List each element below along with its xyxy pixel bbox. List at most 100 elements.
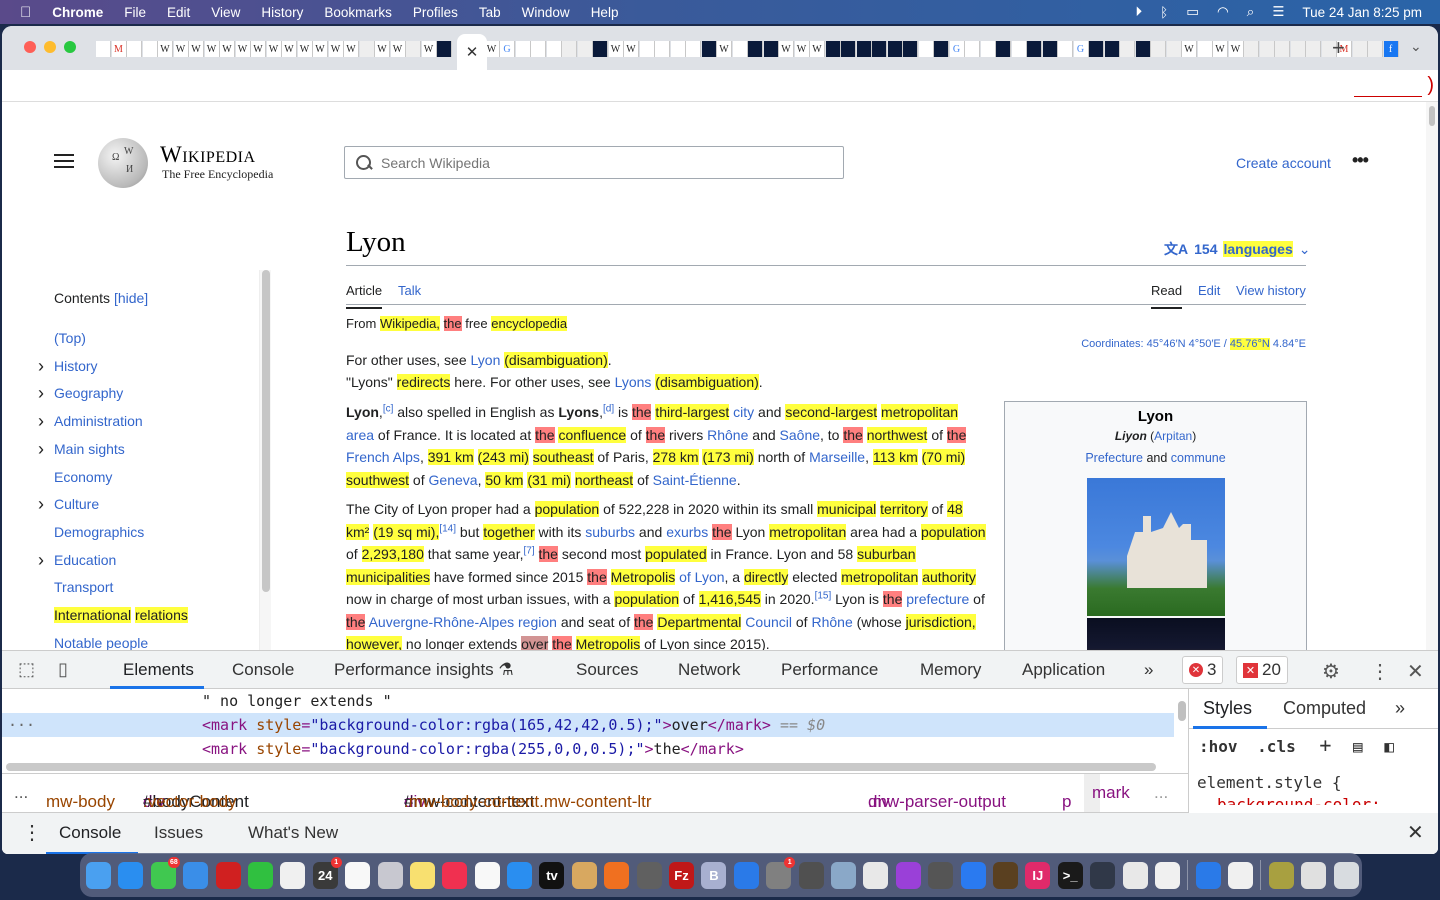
article-link[interactable]: area <box>346 427 374 443</box>
citation-ref[interactable]: [15] <box>815 590 832 601</box>
chevron-right-icon[interactable]: › <box>38 356 44 377</box>
article-link[interactable]: Geneva <box>429 472 478 488</box>
paint-roller-icon[interactable]: ▤ <box>1353 737 1363 756</box>
pinned-tab-favicon-r-29[interactable] <box>934 41 949 57</box>
element-style-rule[interactable]: element.style { <box>1197 773 1342 792</box>
dock-xcode-recent-icon[interactable] <box>1195 861 1221 889</box>
coordinates-label[interactable]: Coordinates: 45°46′N 4°50′E / <box>1081 338 1230 350</box>
pinned-tab-favicon-r-7[interactable] <box>593 41 608 57</box>
menu-view[interactable]: View <box>211 5 240 20</box>
pinned-tab-favicon-l-7[interactable]: W <box>204 41 220 57</box>
toc-item-main-sights[interactable]: Main sights <box>54 441 125 457</box>
tab-styles[interactable]: Styles <box>1203 698 1252 719</box>
pinned-tab-favicon-l-22[interactable] <box>437 41 452 57</box>
dock-intellij-idea-icon[interactable]: IJ <box>1025 861 1051 889</box>
pinned-tab-favicon-r-4[interactable] <box>546 41 562 57</box>
pinned-tab-favicon-r-48[interactable]: W <box>1228 41 1244 57</box>
article-link[interactable]: Saint-Étienne <box>653 472 737 488</box>
chevron-right-icon[interactable]: › <box>38 494 44 515</box>
drawer-tab-whats-new[interactable]: What's New <box>248 823 338 843</box>
pinned-tab-favicon-r-5[interactable] <box>562 41 577 57</box>
pinned-tab-favicon-r-28[interactable] <box>918 41 934 57</box>
pinned-tab-favicon-l-0[interactable] <box>96 41 111 57</box>
dock-gimp-icon[interactable] <box>928 861 954 889</box>
pinned-tab-favicon-r-19[interactable]: W <box>779 41 794 57</box>
dock-facetime-icon[interactable] <box>247 861 273 889</box>
search-box[interactable] <box>344 146 844 179</box>
pinned-tab-favicon-r-10[interactable] <box>639 41 655 57</box>
inspect-element-icon[interactable]: ⬚ <box>18 659 35 680</box>
dock-xcode-icon[interactable] <box>733 861 759 889</box>
pinned-tab-favicon-l-4[interactable]: W <box>158 41 173 57</box>
active-tab[interactable]: ✕ <box>457 34 487 70</box>
citation-ref[interactable]: [14] <box>439 523 456 534</box>
pinned-tab-favicon-r-44[interactable] <box>1166 41 1182 57</box>
elements-horizontal-scrollbar[interactable] <box>6 763 1156 771</box>
basilica-fourviere-image[interactable] <box>1087 478 1225 616</box>
dock-system-preferences-icon[interactable]: 1 <box>766 856 796 889</box>
article-link[interactable]: Saône <box>780 427 820 443</box>
pinned-tab-favicon-l-21[interactable]: W <box>421 41 437 57</box>
pinned-tab-favicon-r-35[interactable] <box>1027 41 1042 57</box>
pinned-tab-favicon-r-1[interactable]: G <box>500 41 515 57</box>
article-link[interactable]: Rhône <box>707 427 748 443</box>
tab-view-history[interactable]: View history <box>1236 283 1306 298</box>
devtools-tab-memory[interactable]: Memory <box>920 660 981 680</box>
pinned-tab-favicon-r-3[interactable] <box>531 41 546 57</box>
pinned-tab-favicon-l-1[interactable]: M <box>111 41 127 57</box>
dock-quicktime-icon[interactable] <box>1090 861 1116 889</box>
menu-help[interactable]: Help <box>591 5 619 20</box>
dock-bbedit-icon[interactable]: B <box>701 861 727 889</box>
kebab-menu-icon[interactable]: ⋮ <box>1370 659 1390 684</box>
article-link[interactable]: Marseille <box>809 449 865 465</box>
elements-scroll-thumb[interactable] <box>1178 701 1186 721</box>
pinned-tab-favicon-r-21[interactable]: W <box>810 41 825 57</box>
chevron-right-icon[interactable]: › <box>38 383 44 404</box>
toc-hide-link[interactable]: [hide] <box>114 290 148 306</box>
errors-badge[interactable]: ✕ 3 <box>1182 656 1224 684</box>
close-window-button[interactable] <box>24 41 36 53</box>
pinned-tab-favicon-r-16[interactable] <box>732 41 748 57</box>
pinned-tab-favicon-l-14[interactable]: W <box>313 41 328 57</box>
dock-photos-icon[interactable] <box>280 861 306 889</box>
control-center-icon[interactable]: ☰ <box>1272 4 1284 20</box>
toc-item-transport[interactable]: Transport <box>54 579 113 595</box>
pinned-tab-favicon-r-56[interactable] <box>1352 41 1368 57</box>
tab-talk-link[interactable]: Talk <box>398 283 421 298</box>
issues-badge[interactable]: ✕ 20 <box>1236 656 1288 684</box>
toc-item-administration[interactable]: Administration <box>54 413 143 429</box>
style-property[interactable]: background-color: <box>1217 795 1381 805</box>
close-tab-icon[interactable]: ✕ <box>466 43 479 61</box>
menu-profiles[interactable]: Profiles <box>413 5 458 20</box>
cls-toggle[interactable]: .cls <box>1257 737 1296 756</box>
devtools-tab-performance-insights[interactable]: Performance insights ⚗ <box>334 660 514 680</box>
new-style-rule-button[interactable]: + <box>1319 733 1331 757</box>
wikipedia-wordmark[interactable]: Wikipedia <box>160 142 256 168</box>
citation-ref[interactable]: [c] <box>383 403 394 414</box>
pinned-tab-favicon-r-32[interactable] <box>980 41 996 57</box>
play-circle-icon[interactable]: ⏵ <box>1135 4 1142 20</box>
pinned-tab-favicon-r-58[interactable]: f <box>1383 41 1399 57</box>
dock-notes-icon[interactable] <box>409 861 435 889</box>
menu-file[interactable]: File <box>124 5 146 20</box>
node-actions-ellipsis[interactable]: ··· <box>8 713 35 737</box>
pinned-tab-favicon-r-18[interactable] <box>763 41 779 57</box>
dom-node-selected[interactable]: ··· <mark style="background-color:rgba(16… <box>2 713 1174 737</box>
drawer-tab-issues[interactable]: Issues <box>154 823 203 843</box>
breadcrumb-overflow-left[interactable]: ... <box>14 783 28 803</box>
spotlight-search-icon[interactable]: ⌕ <box>1247 4 1255 20</box>
dock-firefox-icon[interactable] <box>604 861 630 889</box>
tab-edit-link[interactable]: Edit <box>1198 283 1220 298</box>
citation-ref[interactable]: [7] <box>523 545 534 556</box>
tab-edit[interactable]: Edit <box>1198 283 1220 298</box>
toc-item-geography[interactable]: Geography <box>54 385 123 401</box>
dock-safari-icon[interactable] <box>118 861 144 889</box>
dock-calculator-icon[interactable] <box>636 861 662 889</box>
dock-libreoffice-icon[interactable] <box>863 861 889 889</box>
dock-downloads-folder-icon[interactable] <box>1268 861 1294 889</box>
menu-history[interactable]: History <box>261 5 303 20</box>
languages-button[interactable]: 文A 154 languages ⌄ <box>1164 239 1310 259</box>
zoom-window-button[interactable] <box>64 41 76 53</box>
toc-item-notable-people[interactable]: Notable people <box>54 635 148 650</box>
toc-item-history[interactable]: History <box>54 358 98 374</box>
